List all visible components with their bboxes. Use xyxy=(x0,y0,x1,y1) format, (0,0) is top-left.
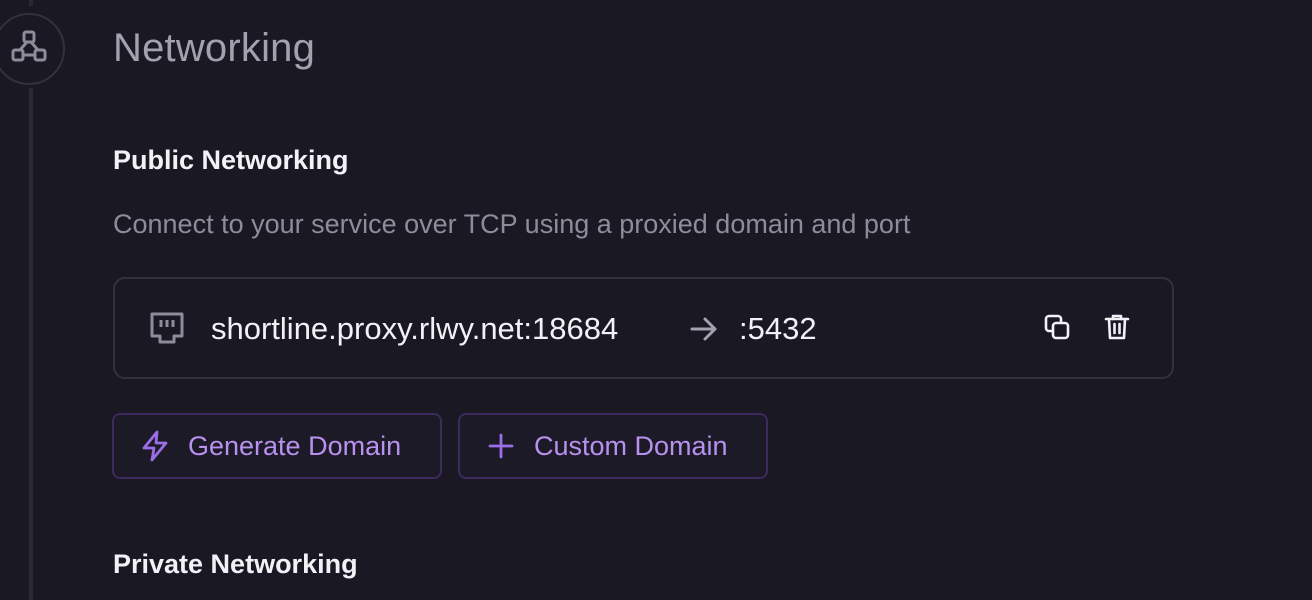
custom-domain-button[interactable]: Custom Domain xyxy=(458,413,768,479)
section-icon-badge xyxy=(0,13,65,85)
generate-domain-button[interactable]: Generate Domain xyxy=(112,413,442,479)
trash-icon xyxy=(1104,313,1130,346)
section-title: Networking xyxy=(113,26,316,70)
target-port: :5432 xyxy=(739,311,817,346)
copy-button[interactable] xyxy=(1039,311,1075,347)
networking-page: Networking Public Networking Connect to … xyxy=(0,0,1312,600)
private-networking-title: Private Networking xyxy=(113,549,358,579)
plus-icon xyxy=(486,431,516,461)
arrow-right-icon xyxy=(688,313,720,345)
timeline-line xyxy=(29,88,33,600)
delete-button[interactable] xyxy=(1099,311,1135,347)
ethernet-icon xyxy=(149,311,185,345)
timeline-line xyxy=(29,0,33,6)
lightning-icon xyxy=(140,430,170,462)
custom-domain-label: Custom Domain xyxy=(534,431,728,461)
proxy-domain: shortline.proxy.rlwy.net:18684 xyxy=(211,311,619,346)
proxy-domain-card: shortline.proxy.rlwy.net:18684 :5432 xyxy=(113,277,1174,379)
network-icon xyxy=(11,30,47,69)
public-networking-description: Connect to your service over TCP using a… xyxy=(113,209,911,239)
copy-icon xyxy=(1043,313,1071,346)
public-networking-title: Public Networking xyxy=(113,145,349,175)
generate-domain-label: Generate Domain xyxy=(188,431,402,461)
